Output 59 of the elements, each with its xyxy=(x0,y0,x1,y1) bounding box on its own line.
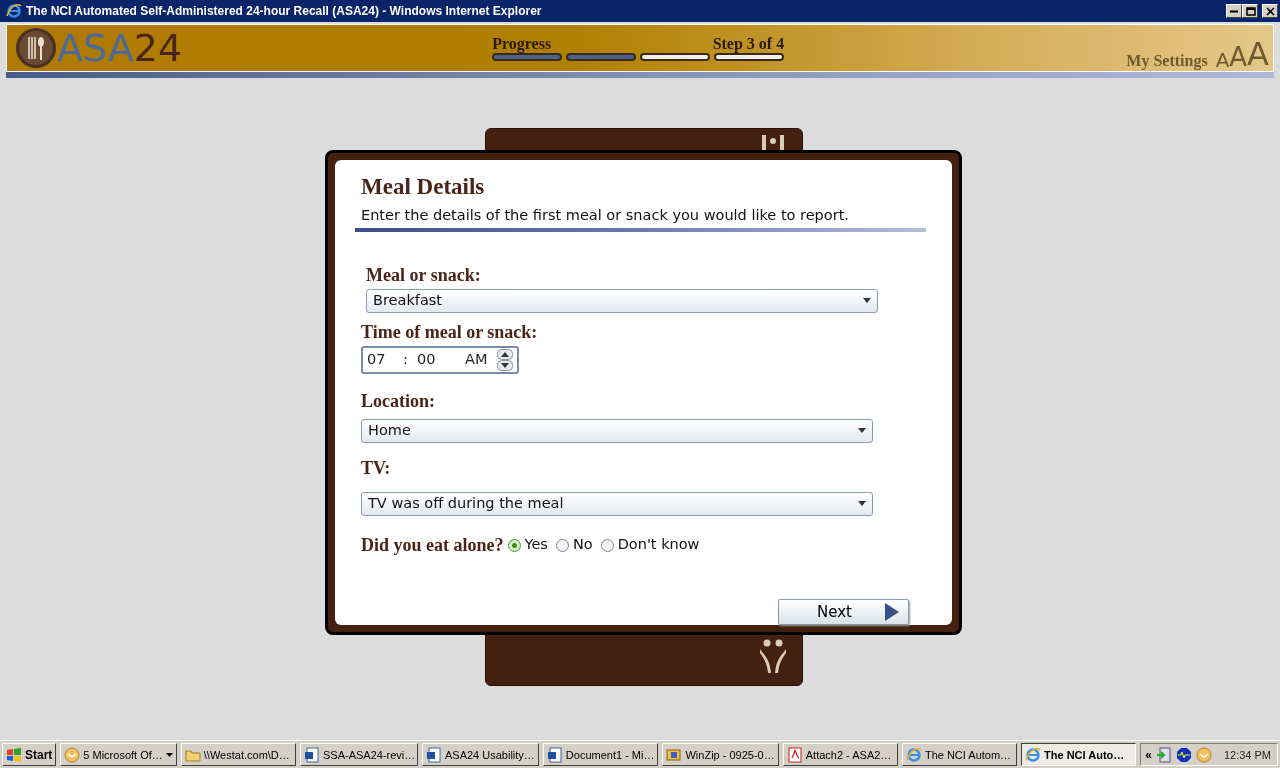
dialog-subtitle: Enter the details of the first meal or snack you would like to report. xyxy=(361,205,850,225)
taskbar-button[interactable]: The NCI Autom… xyxy=(901,743,1018,766)
dropdown[interactable]: TV was off during the meal xyxy=(361,491,873,516)
progress-label: Progress xyxy=(492,35,552,53)
maximize-button[interactable] xyxy=(1242,4,1258,18)
radio-option[interactable]: Don't know xyxy=(600,534,700,557)
text-size-button[interactable]: A xyxy=(1229,44,1248,70)
browser-icon xyxy=(905,746,922,763)
document-icon xyxy=(425,746,442,763)
text-size-button[interactable]: A xyxy=(1247,38,1269,70)
next-button[interactable]: Next xyxy=(778,598,909,625)
document-icon xyxy=(546,746,563,763)
caret-icon xyxy=(858,428,866,434)
clock: 12:34 PM xyxy=(1223,748,1271,761)
tray-expand-button[interactable]: « xyxy=(1145,747,1152,762)
taskbar-button[interactable]: WinZip - 0925-0… xyxy=(662,743,779,766)
taskbar-button[interactable]: Document1 - Mi… xyxy=(542,743,659,766)
taskbar-button[interactable]: 5 Microsoft Of… xyxy=(60,743,177,766)
field-label: Location: xyxy=(361,389,436,413)
text-size-button[interactable]: A xyxy=(1215,50,1230,70)
taskbar-button[interactable]: Attach2 - ASA2… xyxy=(782,743,898,766)
taskbar-button[interactable]: The NCI Auto… xyxy=(1021,743,1137,766)
taskbar-button[interactable]: SSA-ASA24-revi… xyxy=(299,743,418,766)
field-label: TV: xyxy=(361,456,392,480)
step-label: Step 3 of 4 xyxy=(712,35,785,53)
field-label: Meal or snack: xyxy=(366,263,482,287)
taskbar-button[interactable]: ASA24 Usability… xyxy=(421,743,539,766)
spinner-icon xyxy=(497,348,513,371)
browser-icon xyxy=(6,3,22,19)
radio-option[interactable]: No xyxy=(555,534,593,557)
taskbar-button[interactable]: \\Westat.com\D… xyxy=(180,743,296,766)
pulse-icon xyxy=(1175,746,1192,763)
document-icon xyxy=(303,746,320,763)
dropdown[interactable]: Breakfast xyxy=(366,288,878,313)
question-label: Did you eat alone? xyxy=(361,533,504,557)
settings-link[interactable]: My Settings xyxy=(1126,52,1208,70)
browser-icon xyxy=(1025,746,1042,763)
minimize-button[interactable] xyxy=(1226,4,1242,18)
field-label: Time of meal or snack: xyxy=(361,320,539,344)
logo-icon xyxy=(15,27,57,69)
start-button[interactable]: Start xyxy=(2,743,57,766)
time-field[interactable]: 07 : 00 AM xyxy=(361,345,519,374)
network-icon xyxy=(1155,746,1172,763)
logo-text: ASA xyxy=(57,29,134,67)
window-title: The NCI Automated Self-Administered 24-hour Recall (ASA24) - Windows Internet Explorer xyxy=(26,4,543,18)
play-icon xyxy=(884,601,900,622)
close-button[interactable] xyxy=(1262,4,1278,18)
radio-option[interactable]: Yes xyxy=(507,534,548,557)
logo-number: 24 xyxy=(133,29,183,67)
close-icon xyxy=(1264,5,1276,17)
caret-icon xyxy=(858,501,866,507)
dialog-title: Meal Details xyxy=(361,173,486,201)
dropdown[interactable]: Home xyxy=(361,418,873,443)
minimize-icon xyxy=(1230,9,1238,13)
caret-icon xyxy=(863,298,871,304)
archive-icon xyxy=(666,746,683,763)
windows-logo-icon xyxy=(6,747,22,762)
pdf-icon xyxy=(786,746,803,763)
maximize-icon xyxy=(1244,5,1256,17)
